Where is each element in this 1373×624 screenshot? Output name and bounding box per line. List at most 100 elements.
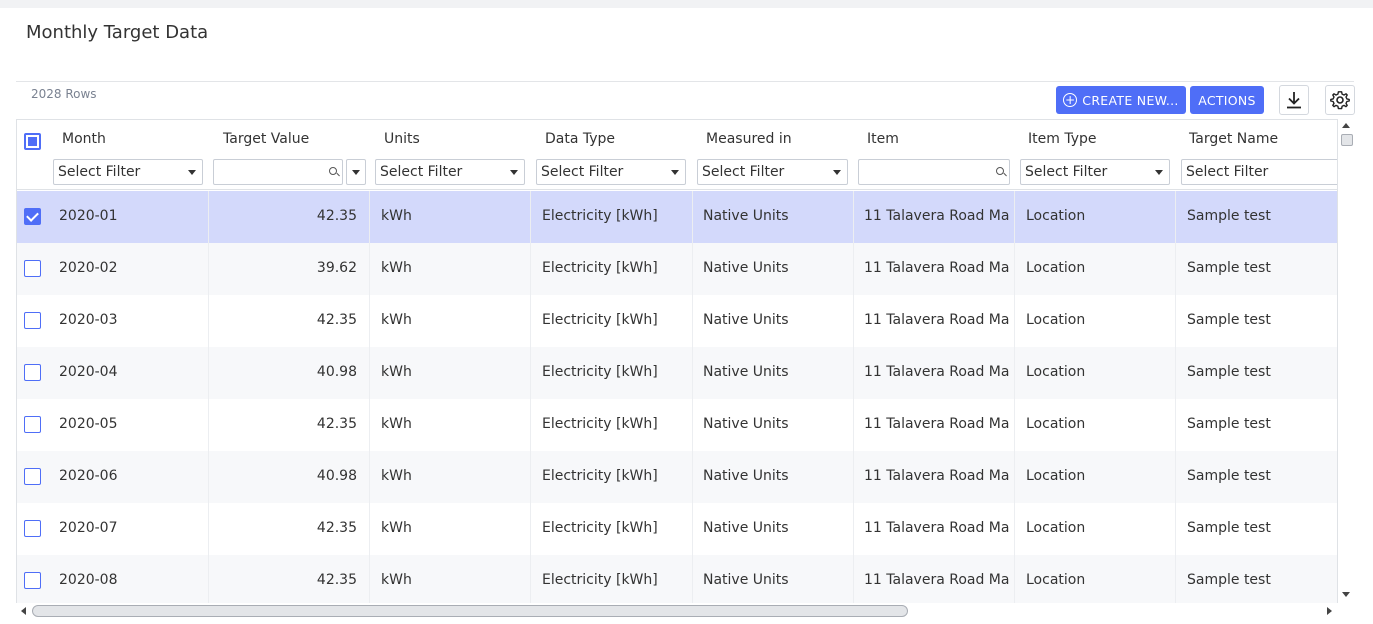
column-separator (853, 295, 854, 347)
table-row[interactable]: 2020-08 42.35 kWh Electricity [kWh] Native U… (17, 555, 1337, 607)
filter-item-input[interactable] (858, 159, 1010, 185)
grid-header: Month Target Value Units Data Type Measu… (17, 120, 1337, 190)
settings-button[interactable] (1325, 85, 1355, 115)
column-separator (853, 555, 854, 607)
col-header-target-name[interactable]: Target Name (1189, 131, 1278, 147)
filter-item-type[interactable]: Select Filter (1020, 159, 1170, 185)
scroll-up-arrow-icon[interactable] (1342, 123, 1350, 128)
row-checkbox[interactable] (24, 520, 41, 537)
vertical-scroll-thumb[interactable] (1341, 134, 1353, 146)
column-separator (853, 399, 854, 451)
table-cell: Electricity [kWh] (542, 468, 658, 484)
table-cell: 2020-03 (59, 312, 118, 328)
table-cell: Electricity [kWh] (542, 364, 658, 380)
chevron-down-icon (671, 170, 679, 175)
download-button[interactable] (1279, 85, 1309, 115)
actions-button[interactable]: ACTIONS (1190, 86, 1264, 114)
column-separator (1014, 243, 1015, 295)
search-icon (329, 167, 337, 175)
row-checkbox[interactable] (24, 416, 41, 433)
column-separator (1014, 503, 1015, 555)
table-cell: kWh (381, 520, 412, 536)
row-checkbox[interactable] (24, 312, 41, 329)
row-checkbox[interactable] (24, 260, 41, 277)
table-row[interactable]: 2020-07 42.35 kWh Electricity [kWh] Native U… (17, 503, 1337, 555)
horizontal-scrollbar[interactable] (16, 603, 1338, 619)
row-checkbox[interactable] (24, 468, 41, 485)
table-row[interactable]: 2020-05 42.35 kWh Electricity [kWh] Native U… (17, 399, 1337, 451)
column-separator (369, 347, 370, 399)
table-cell: kWh (381, 572, 412, 588)
column-separator (1014, 451, 1015, 503)
table-cell: kWh (381, 468, 412, 484)
column-separator (369, 243, 370, 295)
chevron-down-icon (1155, 170, 1163, 175)
table-cell: Native Units (703, 520, 789, 536)
row-checkbox[interactable] (24, 208, 41, 225)
page-title: Monthly Target Data (26, 22, 209, 43)
filter-units[interactable]: Select Filter (375, 159, 525, 185)
search-icon (996, 167, 1004, 175)
col-header-target-value[interactable]: Target Value (223, 131, 309, 147)
table-cell: 40.98 (316, 468, 357, 484)
column-separator (853, 503, 854, 555)
scroll-down-arrow-icon[interactable] (1342, 592, 1350, 597)
col-header-units[interactable]: Units (384, 131, 420, 147)
table-cell: 39.62 (316, 260, 357, 276)
table-cell: Electricity [kWh] (542, 572, 658, 588)
column-separator (692, 555, 693, 607)
horizontal-scroll-thumb[interactable] (32, 605, 908, 617)
column-separator (1014, 399, 1015, 451)
table-row[interactable]: 2020-02 39.62 kWh Electricity [kWh] Native U… (17, 243, 1337, 295)
filter-target-value-operator[interactable] (346, 159, 366, 185)
col-header-item-type[interactable]: Item Type (1028, 131, 1096, 147)
table-cell: Sample test (1187, 468, 1271, 484)
table-cell: 11 Talavera Road Ma... (864, 312, 1010, 328)
table-cell: 2020-08 (59, 572, 118, 588)
column-separator (1014, 295, 1015, 347)
download-icon (1287, 92, 1301, 109)
table-cell: 2020-07 (59, 520, 118, 536)
table-cell: Sample test (1187, 572, 1271, 588)
table-cell: 42.35 (316, 416, 357, 432)
row-checkbox[interactable] (24, 572, 41, 589)
table-row[interactable]: 2020-01 42.35 kWh Electricity [kWh] Native U… (17, 191, 1337, 243)
table-cell: 42.35 (316, 520, 357, 536)
column-separator (692, 451, 693, 503)
table-cell: 11 Talavera Road Ma... (864, 260, 1010, 276)
table-cell: 11 Talavera Road Ma... (864, 364, 1010, 380)
column-separator (692, 503, 693, 555)
table-row[interactable]: 2020-04 40.98 kWh Electricity [kWh] Native U… (17, 347, 1337, 399)
filter-data-type[interactable]: Select Filter (536, 159, 686, 185)
col-header-measured-in[interactable]: Measured in (706, 131, 792, 147)
vertical-scrollbar[interactable] (1338, 119, 1354, 602)
col-header-data-type[interactable]: Data Type (545, 131, 615, 147)
table-cell: Sample test (1187, 520, 1271, 536)
table-cell: kWh (381, 416, 412, 432)
filter-target-name-value: Select Filter (1186, 164, 1269, 180)
table-cell: Native Units (703, 468, 789, 484)
create-new-button[interactable]: + CREATE NEW... (1056, 86, 1186, 114)
scroll-left-arrow-icon[interactable] (21, 607, 26, 615)
col-header-month[interactable]: Month (62, 131, 106, 147)
data-grid: Month Target Value Units Data Type Measu… (16, 119, 1338, 619)
table-cell: Location (1026, 260, 1086, 276)
filter-target-value-input[interactable] (213, 159, 343, 185)
filter-measured-in[interactable]: Select Filter (697, 159, 848, 185)
select-all-checkbox[interactable] (24, 133, 41, 150)
filter-target-name[interactable]: Select Filter (1181, 159, 1337, 185)
filter-item-type-value: Select Filter (1025, 164, 1108, 180)
filter-month[interactable]: Select Filter (53, 159, 203, 185)
table-row[interactable]: 2020-03 42.35 kWh Electricity [kWh] Native U… (17, 295, 1337, 347)
table-cell: Native Units (703, 260, 789, 276)
table-cell: Sample test (1187, 416, 1271, 432)
table-cell: Sample test (1187, 260, 1271, 276)
filter-month-value: Select Filter (58, 164, 141, 180)
table-cell: Electricity [kWh] (542, 416, 658, 432)
table-row[interactable]: 2020-06 40.98 kWh Electricity [kWh] Native U… (17, 451, 1337, 503)
column-separator (853, 243, 854, 295)
row-checkbox[interactable] (24, 364, 41, 381)
table-cell: 2020-06 (59, 468, 118, 484)
scroll-right-arrow-icon[interactable] (1327, 607, 1332, 615)
col-header-item[interactable]: Item (867, 131, 899, 147)
